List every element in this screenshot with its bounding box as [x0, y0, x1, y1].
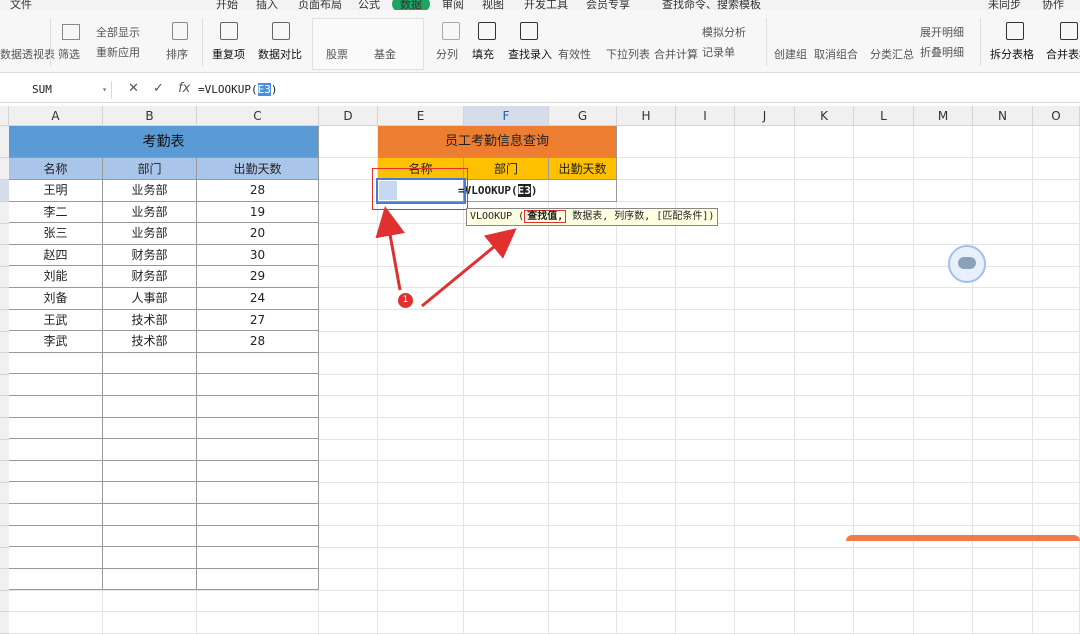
arrow-to-name-cell: [375, 206, 406, 291]
grid-cell[interactable]: [735, 612, 795, 634]
grid-cell[interactable]: [973, 590, 1033, 613]
grid-cell[interactable]: [617, 590, 676, 613]
grid-cell[interactable]: [973, 569, 1033, 591]
grid-cell[interactable]: [795, 569, 854, 591]
row-header[interactable]: [0, 590, 9, 613]
grid-cell[interactable]: [735, 547, 795, 570]
row-header[interactable]: [0, 547, 9, 570]
grid-cell[interactable]: [914, 590, 973, 613]
grid-cell[interactable]: [549, 547, 617, 570]
grid-cell[interactable]: [973, 547, 1033, 570]
grid-cell[interactable]: [973, 612, 1033, 634]
attendance-empty-cell[interactable]: [197, 568, 319, 591]
grid-cell[interactable]: [549, 590, 617, 613]
grid-cell[interactable]: [854, 569, 914, 591]
grid-cell[interactable]: [197, 590, 319, 613]
grid-cell[interactable]: [9, 612, 103, 634]
grid-cell[interactable]: [854, 547, 914, 570]
grid-cell[interactable]: [103, 612, 197, 634]
grid-cell[interactable]: [319, 590, 378, 613]
grid-cell[interactable]: [464, 590, 549, 613]
grid-cell[interactable]: [319, 547, 378, 570]
grid-cell[interactable]: [854, 590, 914, 613]
arrow-to-tooltip: [421, 228, 517, 308]
grid-cell[interactable]: [735, 590, 795, 613]
grid-cell[interactable]: [1033, 547, 1080, 570]
attendance-empty-cell[interactable]: [9, 547, 103, 569]
grid-cell[interactable]: [464, 569, 549, 591]
attendance-empty-cell[interactable]: [103, 568, 197, 591]
grid-cell[interactable]: [617, 547, 676, 570]
grid-cell[interactable]: [676, 612, 735, 634]
grid-cell[interactable]: [197, 612, 319, 634]
annotation-arrows: [375, 206, 517, 308]
grid-cell[interactable]: [9, 590, 103, 613]
grid-cell[interactable]: [1033, 612, 1080, 634]
grid-cell[interactable]: [103, 590, 197, 613]
grid-cell[interactable]: [914, 612, 973, 634]
grid-cell[interactable]: [319, 569, 378, 591]
grid-cell[interactable]: [914, 569, 973, 591]
grid-cell[interactable]: [378, 590, 464, 613]
bottom-panel-tab[interactable]: [846, 535, 1080, 541]
grid-cell[interactable]: [676, 590, 735, 613]
grid-cell[interactable]: [854, 612, 914, 634]
grid-cell[interactable]: [676, 569, 735, 591]
grid-cell[interactable]: [795, 547, 854, 570]
grid-cell[interactable]: [549, 612, 617, 634]
attendance-empty-cell[interactable]: [9, 568, 103, 591]
grid-cell[interactable]: [676, 547, 735, 570]
assistant-robot-icon[interactable]: [948, 245, 986, 283]
grid-cell[interactable]: [735, 569, 795, 591]
grid-cell[interactable]: [464, 547, 549, 570]
row-header[interactable]: [0, 612, 9, 634]
attendance-empty-cell[interactable]: [103, 547, 197, 569]
grid-cell[interactable]: [378, 612, 464, 634]
grid-cell[interactable]: [378, 569, 464, 591]
grid-cell[interactable]: [1033, 569, 1080, 591]
grid-cell[interactable]: [319, 612, 378, 634]
grid-cell[interactable]: [378, 547, 464, 570]
grid-cell[interactable]: [617, 612, 676, 634]
grid-cell[interactable]: [1033, 590, 1080, 613]
grid-cell[interactable]: [617, 569, 676, 591]
row-header[interactable]: [0, 569, 9, 591]
grid-cell[interactable]: [464, 612, 549, 634]
grid-cell[interactable]: [914, 547, 973, 570]
grid-cell[interactable]: [795, 590, 854, 613]
grid-cell[interactable]: [795, 612, 854, 634]
annotation-badge: 1: [398, 293, 413, 308]
grid-cell[interactable]: [549, 569, 617, 591]
attendance-empty-cell[interactable]: [197, 547, 319, 569]
